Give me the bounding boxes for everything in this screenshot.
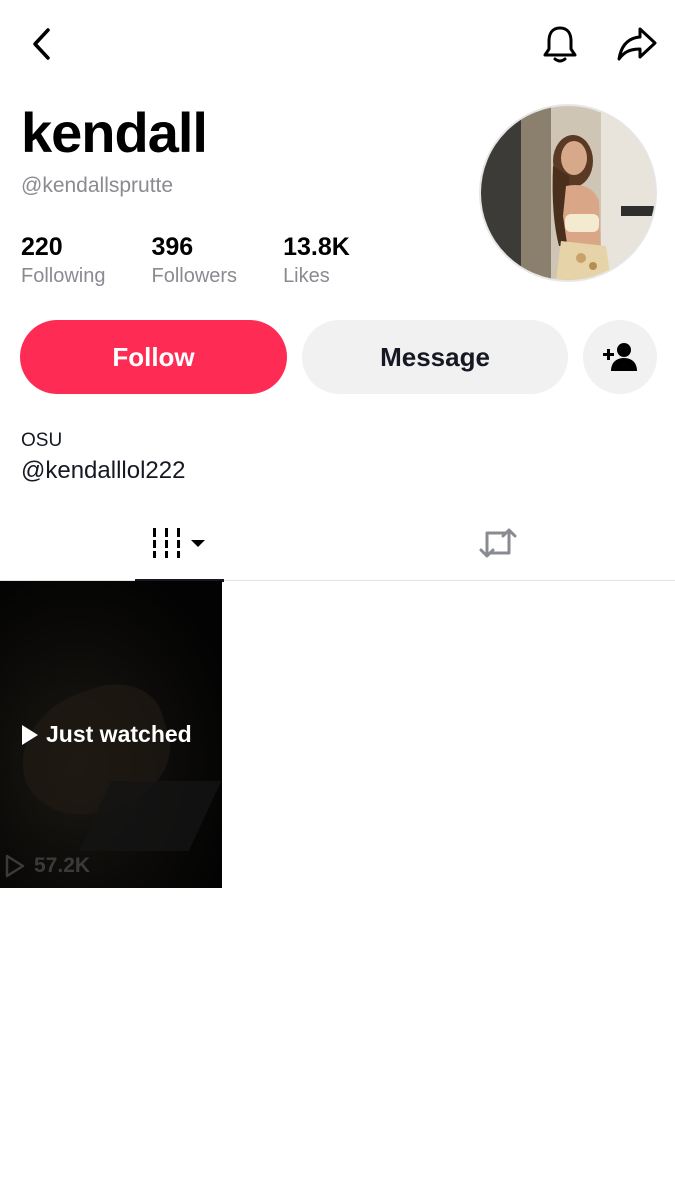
avatar[interactable] [479, 104, 657, 282]
bio-link[interactable]: @kendalllol222 [21, 457, 185, 485]
add-person-icon [603, 343, 637, 371]
view-count: 57.2K [4, 853, 90, 879]
avatar-photo [481, 106, 655, 280]
follow-button[interactable]: Follow [20, 320, 287, 394]
stat-label: Likes [283, 265, 330, 287]
share-arrow-icon [617, 27, 657, 61]
stat-value: 396 [151, 233, 194, 261]
videos-grid-icon [150, 528, 205, 558]
stat-followers[interactable]: 396 Followers [151, 232, 237, 288]
video-tile[interactable]: Just watched 57.2K [0, 581, 222, 888]
repost-icon [479, 528, 517, 558]
chevron-down-icon [190, 540, 205, 547]
username: @kendallsprutte [21, 174, 174, 197]
message-button[interactable]: Message [302, 320, 568, 394]
view-count-text: 57.2K [34, 854, 91, 877]
back-button[interactable] [22, 24, 62, 64]
stat-label: Followers [151, 265, 238, 287]
stat-label: Following [21, 265, 106, 287]
bell-icon [543, 26, 577, 63]
play-outline-icon [5, 854, 25, 878]
tab-videos[interactable] [135, 505, 224, 581]
tab-reposts[interactable] [474, 521, 522, 565]
play-icon [22, 724, 38, 745]
display-name: kendall [21, 101, 208, 164]
share-button[interactable] [614, 22, 660, 66]
stat-likes[interactable]: 13.8K Likes [283, 232, 350, 288]
stat-value: 13.8K [283, 233, 350, 261]
profile-tabs [0, 505, 675, 582]
stat-following[interactable]: 220 Following [21, 232, 105, 288]
chevron-left-icon [33, 28, 50, 60]
just-watched-label: Just watched [20, 721, 192, 748]
profile-stats: 220 Following 396 Followers 13.8K Likes [21, 232, 396, 288]
stat-value: 220 [21, 233, 63, 261]
add-friend-button[interactable] [583, 320, 657, 394]
bio-text: OSU [21, 430, 63, 451]
notifications-button[interactable] [538, 22, 582, 66]
just-watched-text: Just watched [46, 721, 192, 747]
